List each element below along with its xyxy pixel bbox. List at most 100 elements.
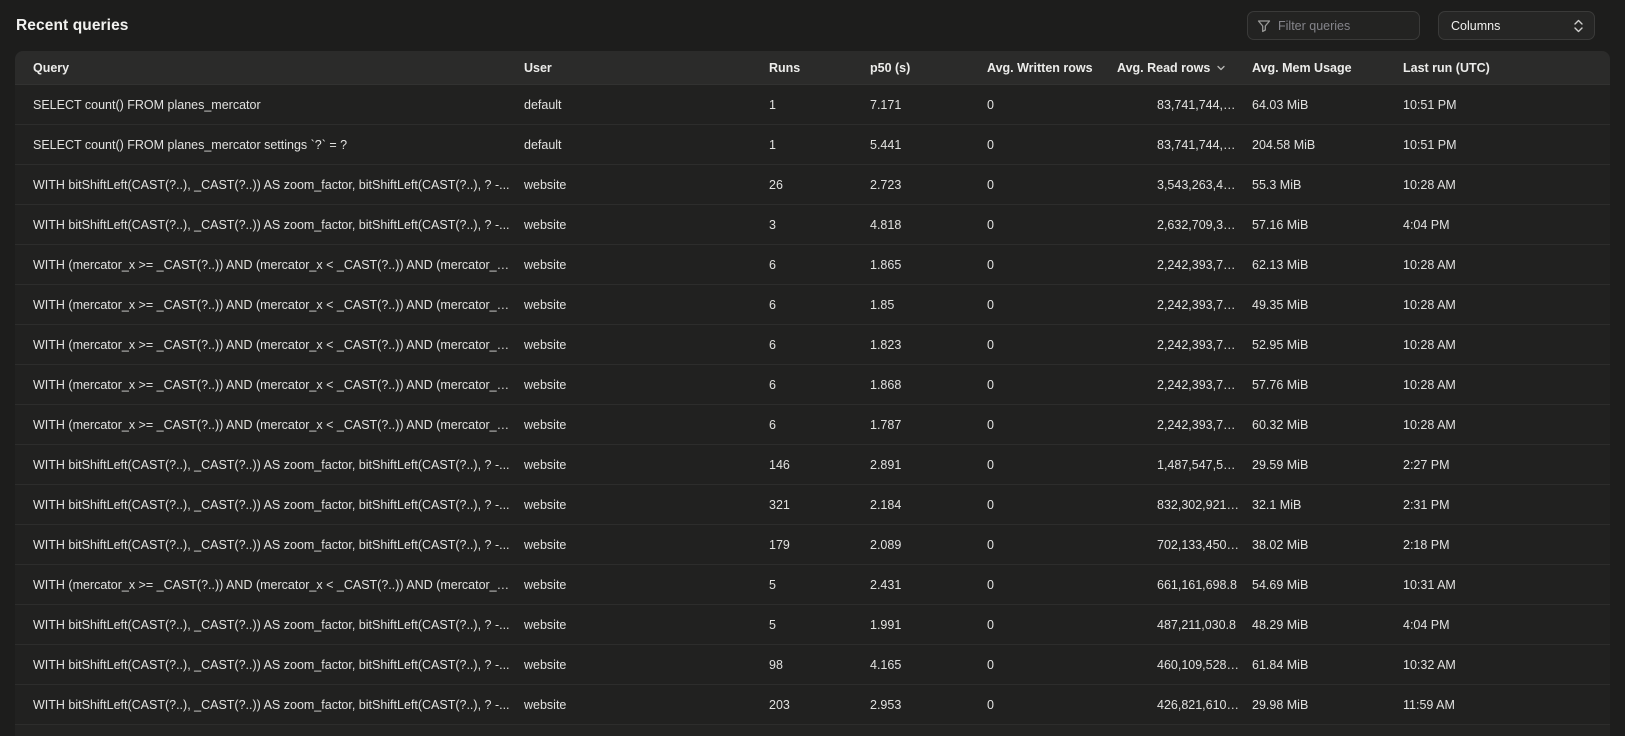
cell-mem: 204.58 MiB bbox=[1252, 138, 1403, 152]
column-header-user[interactable]: User bbox=[524, 61, 769, 75]
cell-p50: 2.723 bbox=[870, 178, 987, 192]
cell-lastrun: 10:28 AM bbox=[1403, 258, 1610, 272]
cell-user: default bbox=[524, 138, 769, 152]
page-title: Recent queries bbox=[16, 17, 129, 35]
cell-query: SELECT count() FROM planes_mercator bbox=[15, 98, 524, 112]
table-row[interactable]: WITH bitShiftLeft(CAST(?..), _CAST(?..))… bbox=[15, 444, 1610, 484]
table-row[interactable]: SELECT count() FROM planes_mercator sett… bbox=[15, 124, 1610, 164]
cell-lastrun: 10:28 AM bbox=[1403, 298, 1610, 312]
cell-user: website bbox=[524, 378, 769, 392]
filter-funnel-icon bbox=[1257, 19, 1271, 33]
cell-query: WITH bitShiftLeft(CAST(?..), _CAST(?..))… bbox=[15, 658, 524, 672]
cell-written: 0 bbox=[987, 538, 1117, 552]
cell-user: website bbox=[524, 498, 769, 512]
column-header-read[interactable]: Avg. Read rows bbox=[1117, 61, 1252, 75]
cell-written: 0 bbox=[987, 98, 1117, 112]
column-header-mem[interactable]: Avg. Mem Usage bbox=[1252, 61, 1403, 75]
topbar: Recent queries Columns bbox=[0, 0, 1625, 51]
cell-mem: 62.13 MiB bbox=[1252, 258, 1403, 272]
cell-p50: 4.165 bbox=[870, 658, 987, 672]
table-row[interactable]: WITH (mercator_x >= _CAST(?..)) AND (mer… bbox=[15, 284, 1610, 324]
columns-dropdown-label: Columns bbox=[1451, 19, 1500, 33]
cell-written: 0 bbox=[987, 178, 1117, 192]
table-row[interactable]: WITH bitShiftLeft(CAST(?..), _CAST(?..))… bbox=[15, 484, 1610, 524]
column-header-lastrun[interactable]: Last run (UTC) bbox=[1403, 61, 1610, 75]
columns-dropdown[interactable]: Columns bbox=[1438, 11, 1595, 40]
cell-query: WITH (mercator_x >= _CAST(?..)) AND (mer… bbox=[15, 338, 524, 352]
cell-query: SELECT count() FROM planes_mercator sett… bbox=[15, 138, 524, 152]
cell-runs: 6 bbox=[769, 298, 870, 312]
cell-lastrun: 2:31 PM bbox=[1403, 498, 1610, 512]
cell-read: 426,821,610.43 bbox=[1117, 698, 1252, 712]
table-row[interactable]: WITH bitShiftLeft(CAST(?..), _CAST(?..))… bbox=[15, 684, 1610, 724]
cell-lastrun: 4:04 PM bbox=[1403, 218, 1610, 232]
table-row[interactable]: WITH bitShiftLeft(CAST(?..), _CAST(?..))… bbox=[15, 164, 1610, 204]
table-row[interactable]: WITH (mercator_x >= _CAST(?..)) AND (mer… bbox=[15, 404, 1610, 444]
cell-written: 0 bbox=[987, 138, 1117, 152]
cell-read: 2,242,393,791.17 bbox=[1117, 338, 1252, 352]
cell-lastrun: 10:28 AM bbox=[1403, 178, 1610, 192]
cell-written: 0 bbox=[987, 218, 1117, 232]
cell-user: website bbox=[524, 578, 769, 592]
table-row[interactable]: WITH (mercator_x >= _CAST(?..)) AND (mer… bbox=[15, 244, 1610, 284]
cell-user: website bbox=[524, 338, 769, 352]
cell-lastrun: 4:04 PM bbox=[1403, 618, 1610, 632]
column-header-runs[interactable]: Runs bbox=[769, 61, 870, 75]
table-row[interactable]: SELECT count() FROM planes_mercatordefau… bbox=[15, 84, 1610, 124]
cell-query: WITH bitShiftLeft(CAST(?..), _CAST(?..))… bbox=[15, 178, 524, 192]
cell-written: 0 bbox=[987, 458, 1117, 472]
cell-runs: 98 bbox=[769, 658, 870, 672]
column-header-p50[interactable]: p50 (s) bbox=[870, 61, 987, 75]
cell-query: WITH (mercator_x >= _CAST(?..)) AND (mer… bbox=[15, 418, 524, 432]
table-row[interactable]: WITH bitShiftLeft(CAST(?..), _CAST(?..))… bbox=[15, 644, 1610, 684]
column-header-query[interactable]: Query bbox=[15, 61, 524, 75]
cell-user: website bbox=[524, 258, 769, 272]
cell-read: 2,242,393,791.17 bbox=[1117, 418, 1252, 432]
cell-p50: 1.991 bbox=[870, 618, 987, 632]
cell-query: WITH bitShiftLeft(CAST(?..), _CAST(?..))… bbox=[15, 538, 524, 552]
table-row[interactable]: WITH (mercator_x >= _CAST(?..)) AND (mer… bbox=[15, 324, 1610, 364]
cell-read: 2,242,393,791.17 bbox=[1117, 378, 1252, 392]
column-header-written[interactable]: Avg. Written rows bbox=[987, 61, 1117, 75]
cell-lastrun: 2:18 PM bbox=[1403, 538, 1610, 552]
table-row[interactable]: WITH bitShiftLeft(CAST(?..), _CAST(?..))… bbox=[15, 524, 1610, 564]
sort-desc-icon bbox=[1216, 63, 1226, 73]
table-row[interactable]: WITH bitShiftLeft(CAST(?..), _CAST(?..))… bbox=[15, 604, 1610, 644]
cell-runs: 179 bbox=[769, 538, 870, 552]
cell-runs: 5 bbox=[769, 578, 870, 592]
cell-mem: 60.32 MiB bbox=[1252, 418, 1403, 432]
recent-queries-table: QueryUserRunsp50 (s)Avg. Written rowsAvg… bbox=[15, 51, 1610, 736]
cell-user: website bbox=[524, 298, 769, 312]
cell-runs: 5 bbox=[769, 618, 870, 632]
cell-lastrun: 2:27 PM bbox=[1403, 458, 1610, 472]
cell-query: WITH (mercator_x >= _CAST(?..)) AND (mer… bbox=[15, 578, 524, 592]
cell-mem: 29.59 MiB bbox=[1252, 458, 1403, 472]
cell-query: WITH bitShiftLeft(CAST(?..), _CAST(?..))… bbox=[15, 698, 524, 712]
cell-mem: 54.69 MiB bbox=[1252, 578, 1403, 592]
cell-query: WITH (mercator_x >= _CAST(?..)) AND (mer… bbox=[15, 298, 524, 312]
cell-mem: 52.95 MiB bbox=[1252, 338, 1403, 352]
filter-queries-input[interactable] bbox=[1278, 19, 1410, 33]
cell-user: website bbox=[524, 658, 769, 672]
filter-queries-box[interactable] bbox=[1247, 11, 1420, 40]
cell-read: 2,242,393,791.17 bbox=[1117, 298, 1252, 312]
cell-read: 3,543,263,451.54 bbox=[1117, 178, 1252, 192]
cell-runs: 6 bbox=[769, 338, 870, 352]
cell-mem: 55.3 MiB bbox=[1252, 178, 1403, 192]
table-row[interactable]: WITH (mercator_x >= _CAST(?..)) AND (mer… bbox=[15, 364, 1610, 404]
cell-lastrun: 10:28 AM bbox=[1403, 378, 1610, 392]
cell-user: website bbox=[524, 618, 769, 632]
table-row-partial[interactable] bbox=[15, 724, 1610, 736]
cell-user: website bbox=[524, 178, 769, 192]
table-row[interactable]: WITH bitShiftLeft(CAST(?..), _CAST(?..))… bbox=[15, 204, 1610, 244]
cell-p50: 2.953 bbox=[870, 698, 987, 712]
cell-lastrun: 10:28 AM bbox=[1403, 338, 1610, 352]
cell-p50: 2.089 bbox=[870, 538, 987, 552]
cell-user: website bbox=[524, 698, 769, 712]
cell-written: 0 bbox=[987, 298, 1117, 312]
cell-mem: 48.29 MiB bbox=[1252, 618, 1403, 632]
cell-mem: 49.35 MiB bbox=[1252, 298, 1403, 312]
cell-mem: 61.84 MiB bbox=[1252, 658, 1403, 672]
cell-written: 0 bbox=[987, 658, 1117, 672]
table-row[interactable]: WITH (mercator_x >= _CAST(?..)) AND (mer… bbox=[15, 564, 1610, 604]
